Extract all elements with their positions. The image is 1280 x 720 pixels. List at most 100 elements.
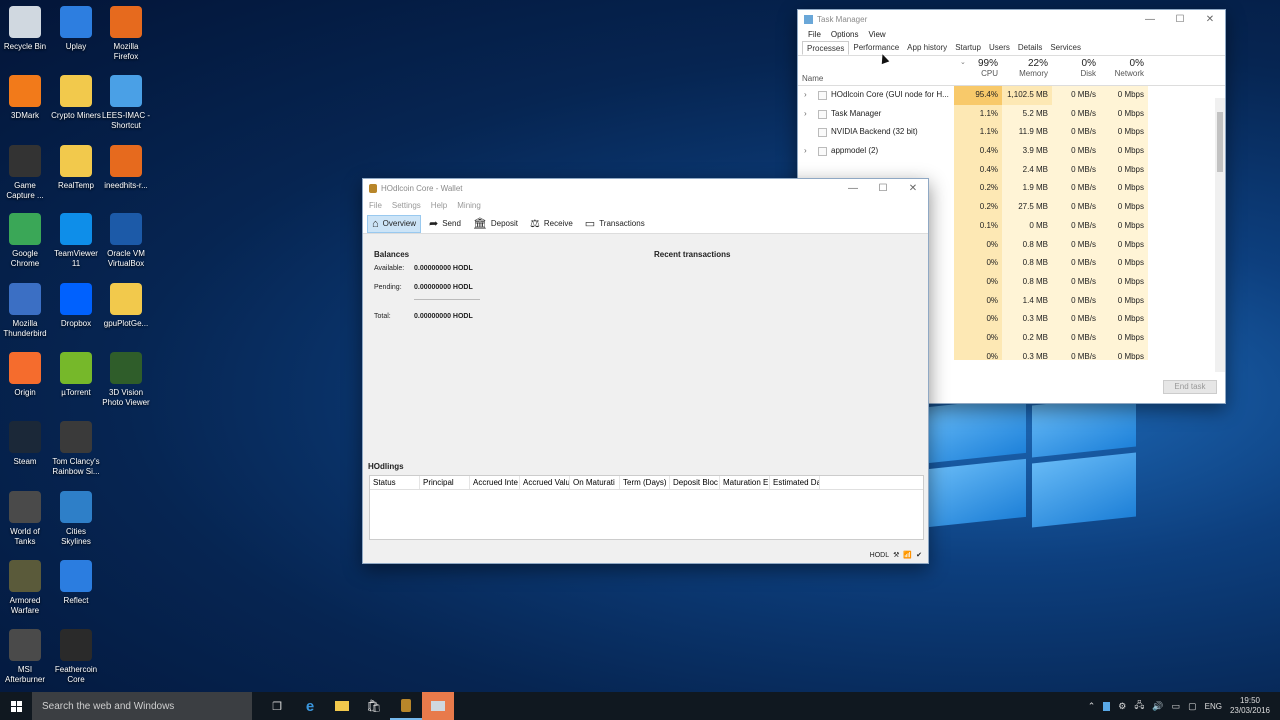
column-cpu[interactable]: 99% CPU bbox=[954, 58, 998, 78]
tab-processes[interactable]: Processes bbox=[802, 41, 850, 55]
desktop-icon[interactable]: Crypto Miners bbox=[51, 75, 101, 121]
column-memory[interactable]: 22% Memory bbox=[1002, 58, 1048, 78]
minimize-button[interactable]: — bbox=[838, 183, 868, 194]
tab-performance[interactable]: Performance bbox=[849, 41, 903, 55]
scrollbar-thumb[interactable] bbox=[1217, 112, 1223, 172]
menu-mining[interactable]: Mining bbox=[457, 201, 481, 210]
tab-users[interactable]: Users bbox=[985, 41, 1014, 55]
column-disk[interactable]: 0% Disk bbox=[1052, 58, 1096, 78]
hodlings-column-header[interactable]: Principal bbox=[420, 476, 470, 489]
send-button[interactable]: ➦ Send bbox=[425, 215, 465, 232]
maximize-button[interactable]: ☐ bbox=[1165, 14, 1195, 25]
process-row[interactable]: › appmodel (2) 0.4% 3.9 MB 0 MB/s 0 Mbps bbox=[798, 142, 1225, 161]
hodlings-table[interactable]: Status Principal Accrued Inte Accrued Valu O… bbox=[369, 475, 924, 540]
hodlings-column-header[interactable]: Accrued Inte bbox=[470, 476, 520, 489]
tray-expand-icon[interactable]: ⌃ bbox=[1088, 701, 1096, 712]
end-task-button[interactable]: End task bbox=[1163, 380, 1217, 394]
menu-help[interactable]: Help bbox=[431, 201, 447, 210]
desktop-icon[interactable]: Feathercoin Core bbox=[51, 629, 101, 685]
notification-icon[interactable]: ▢ bbox=[1188, 701, 1197, 712]
start-button[interactable] bbox=[0, 692, 32, 720]
menu-view[interactable]: View bbox=[868, 30, 885, 39]
hodlings-column-header[interactable]: Accrued Valu bbox=[520, 476, 570, 489]
task-manager-titlebar[interactable]: Task Manager — ☐ ✕ bbox=[798, 10, 1225, 28]
network-tray-icon[interactable]: 🖧 bbox=[1134, 698, 1144, 714]
menu-file[interactable]: File bbox=[369, 201, 382, 210]
close-button[interactable]: ✕ bbox=[1195, 14, 1225, 25]
process-list-scrollbar[interactable] bbox=[1215, 98, 1225, 372]
desktop-icon[interactable]: ineedhits-r... bbox=[101, 145, 151, 191]
taskbar-edge[interactable]: e bbox=[294, 692, 326, 720]
hodlings-column-header[interactable]: Status bbox=[370, 476, 420, 489]
game-capture-icon bbox=[9, 145, 41, 177]
desktop-icon[interactable]: Recycle Bin bbox=[0, 6, 50, 52]
volume-icon[interactable]: 🔊 bbox=[1152, 701, 1163, 712]
desktop-icon[interactable]: MSI Afterburner bbox=[0, 629, 50, 685]
desktop-icon[interactable]: Steam bbox=[0, 421, 50, 467]
menu-file[interactable]: File bbox=[808, 30, 821, 39]
desktop-icon[interactable]: Mozilla Thunderbird bbox=[0, 283, 50, 339]
desktop-icon[interactable]: TeamViewer 11 bbox=[51, 213, 101, 269]
desktop-icon[interactable]: 3D Vision Photo Viewer bbox=[101, 352, 151, 408]
desktop-icon[interactable]: LEES-IMAC - Shortcut bbox=[101, 75, 151, 131]
expand-chevron-icon[interactable]: › bbox=[804, 105, 807, 124]
expand-chevron-icon[interactable]: › bbox=[804, 86, 807, 105]
tab-services[interactable]: Services bbox=[1046, 41, 1085, 55]
process-row[interactable]: 0.4% 2.4 MB 0 MB/s 0 Mbps bbox=[798, 160, 1225, 180]
unit-label[interactable]: HODL bbox=[870, 552, 889, 559]
language-indicator[interactable]: ENG bbox=[1205, 702, 1222, 711]
receive-button[interactable]: ⚖ Receive bbox=[526, 215, 577, 232]
transactions-button[interactable]: ▭ Transactions bbox=[581, 215, 649, 232]
desktop-icon[interactable]: Reflect bbox=[51, 560, 101, 606]
wallet-titlebar[interactable]: HOdlcoin Core - Wallet — ☐ ✕ bbox=[363, 179, 928, 197]
close-button[interactable]: ✕ bbox=[898, 183, 928, 194]
tray-monitor-icon[interactable]: ▭ bbox=[1172, 701, 1181, 712]
search-box[interactable]: Search the web and Windows bbox=[32, 692, 252, 720]
column-network[interactable]: 0% Network bbox=[1100, 58, 1144, 78]
hodlings-column-header[interactable]: On Maturati bbox=[570, 476, 620, 489]
wallet-statusbar: HODL ⚒ 📶 ✔ bbox=[870, 551, 922, 560]
hodlings-column-header[interactable]: Term (Days) bbox=[620, 476, 670, 489]
hodlings-column-header[interactable]: Estimated Da bbox=[770, 476, 820, 489]
tray-nvidia-icon[interactable]: ⚙ bbox=[1118, 701, 1126, 712]
hodlings-column-header[interactable]: Maturation E bbox=[720, 476, 770, 489]
desktop-icon[interactable]: 3DMark bbox=[0, 75, 50, 121]
desktop-icon[interactable]: Oracle VM VirtualBox bbox=[101, 213, 151, 269]
desktop-icon[interactable]: Google Chrome bbox=[0, 213, 50, 269]
taskbar-hodlcoin[interactable] bbox=[390, 692, 422, 720]
tab-details[interactable]: Details bbox=[1014, 41, 1046, 55]
column-name[interactable]: Name bbox=[802, 74, 823, 83]
desktop-icon[interactable]: gpuPlotGe... bbox=[101, 283, 151, 329]
desktop-icon[interactable]: Mozilla Firefox bbox=[101, 6, 151, 62]
desktop-icon[interactable]: World of Tanks bbox=[0, 491, 50, 547]
desktop-icon[interactable]: Game Capture ... bbox=[0, 145, 50, 201]
taskbar-task-manager[interactable] bbox=[422, 692, 454, 720]
minimize-button[interactable]: — bbox=[1135, 14, 1165, 25]
desktop-icon[interactable]: Dropbox bbox=[51, 283, 101, 329]
taskbar-store[interactable]: 🛍 bbox=[358, 692, 390, 720]
tab-app-history[interactable]: App history bbox=[903, 41, 951, 55]
tab-startup[interactable]: Startup bbox=[951, 41, 985, 55]
taskbar-explorer[interactable] bbox=[326, 692, 358, 720]
desktop-icon[interactable]: Cities Skylines bbox=[51, 491, 101, 547]
tray-app-icon[interactable] bbox=[1103, 701, 1111, 711]
overview-button[interactable]: ⌂ Overview bbox=[367, 214, 421, 233]
desktop-icon[interactable]: Tom Clancy's Rainbow Si... bbox=[51, 421, 101, 477]
desktop-icon[interactable]: Origin bbox=[0, 352, 50, 398]
process-row[interactable]: › Task Manager 1.1% 5.2 MB 0 MB/s 0 Mbps bbox=[798, 104, 1225, 124]
menu-options[interactable]: Options bbox=[831, 30, 859, 39]
desktop-icon[interactable]: µTorrent bbox=[51, 352, 101, 398]
desktop-icon[interactable]: Armored Warfare bbox=[0, 560, 50, 616]
task-view-button[interactable]: ❐ bbox=[260, 692, 294, 720]
folder-icon bbox=[110, 283, 142, 315]
expand-chevron-icon[interactable]: › bbox=[804, 142, 807, 161]
deposit-button[interactable]: 🏛 Deposit bbox=[469, 215, 522, 232]
clock[interactable]: 19:50 23/03/2016 bbox=[1230, 696, 1270, 716]
desktop-icon[interactable]: Uplay bbox=[51, 6, 101, 52]
maximize-button[interactable]: ☐ bbox=[868, 183, 898, 194]
desktop-icon[interactable]: RealTemp bbox=[51, 145, 101, 191]
process-row[interactable]: › HOdlcoin Core (GUI node for H... 95.4% 1,… bbox=[798, 86, 1225, 105]
menu-settings[interactable]: Settings bbox=[392, 201, 421, 210]
process-row[interactable]: NVIDIA Backend (32 bit) 1.1% 11.9 MB 0 MB/s… bbox=[798, 123, 1225, 143]
hodlings-column-header[interactable]: Deposit Bloc bbox=[670, 476, 720, 489]
